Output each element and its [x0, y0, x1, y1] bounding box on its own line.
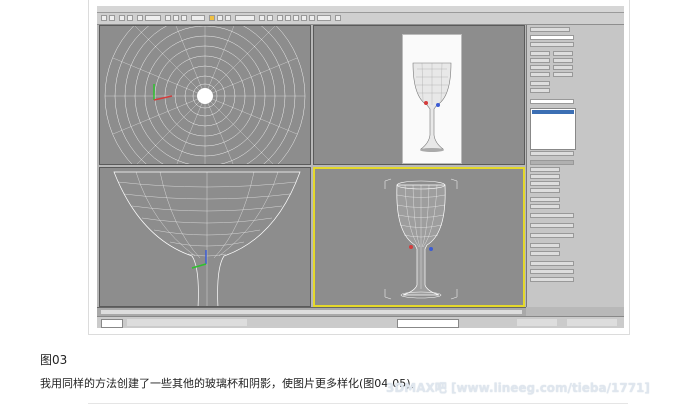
- perspective-view: [313, 167, 525, 307]
- max-screenshot: [97, 6, 624, 328]
- parameters-rollout: [530, 160, 574, 165]
- panel-btn-4: [553, 58, 573, 63]
- panel-btn-9: [530, 81, 550, 86]
- command-panel: [526, 25, 624, 307]
- render-type: [317, 15, 331, 21]
- modifier-stack: [530, 108, 576, 150]
- divider: [88, 403, 628, 404]
- param-3: [530, 181, 560, 186]
- param-4: [530, 188, 560, 193]
- angle-snap-icon: [225, 15, 231, 21]
- param-5: [530, 197, 560, 202]
- menu-bar: [97, 6, 624, 13]
- glass-render: [412, 62, 452, 152]
- panel-btn-10: [530, 88, 550, 93]
- select-icon: [137, 15, 143, 21]
- left-view-wireframe: [113, 171, 301, 306]
- schematic-icon: [293, 15, 299, 21]
- stack-controls: [530, 151, 574, 156]
- prompt-line: [127, 319, 247, 326]
- param-14: [530, 277, 574, 282]
- align-icon: [267, 15, 273, 21]
- panel-btn-3: [530, 58, 550, 63]
- param-10: [530, 243, 560, 248]
- move-icon: [165, 15, 171, 21]
- redo-icon: [109, 15, 115, 21]
- coordinates: [397, 319, 459, 328]
- top-view-wireframe: [104, 26, 306, 164]
- param-11: [530, 251, 560, 256]
- param-1: [530, 167, 560, 172]
- top-view: [99, 25, 311, 165]
- panel-btn-7: [530, 72, 550, 77]
- param-7: [530, 213, 574, 218]
- snap-icon: [217, 15, 223, 21]
- param-12: [530, 261, 574, 266]
- viewport-nav: [567, 319, 617, 326]
- selection-filter: [145, 15, 161, 21]
- mirror-icon: [259, 15, 265, 21]
- time-slider: [101, 310, 522, 314]
- object-name-field: [530, 35, 574, 40]
- maxscript-listener: [101, 319, 123, 328]
- render-setup-icon: [309, 15, 315, 21]
- panel-tabs: [530, 27, 570, 32]
- material-editor-icon: [301, 15, 307, 21]
- panel-btn-2: [553, 51, 573, 56]
- panel-btn-5: [530, 65, 550, 70]
- param-6: [530, 204, 560, 209]
- panel-btn-6: [553, 65, 573, 70]
- ref-coord: [191, 15, 205, 21]
- param-13: [530, 269, 574, 274]
- site-watermark: 3DMAX吧 [www.lineeg.com/tieba/1771]: [386, 381, 650, 395]
- front-view: [313, 25, 525, 165]
- transform-gizmo-icon: [209, 15, 215, 21]
- named-selection: [235, 15, 255, 21]
- rotate-icon: [173, 15, 179, 21]
- status-bar: [97, 316, 624, 328]
- param-2: [530, 174, 560, 179]
- render-icon: [335, 15, 341, 21]
- reference-image: [402, 34, 462, 164]
- selected-modifier: [532, 110, 574, 114]
- figure-caption: 图03: [40, 353, 68, 367]
- unlink-icon: [127, 15, 133, 21]
- param-9: [530, 233, 574, 238]
- link-icon: [119, 15, 125, 21]
- undo-icon: [101, 15, 107, 21]
- panel-btn-8: [553, 72, 573, 77]
- animation-controls: [517, 319, 557, 326]
- perspective-wireframe: [384, 178, 458, 300]
- scale-icon: [181, 15, 187, 21]
- panel-btn-1: [530, 51, 550, 56]
- left-view: [99, 167, 311, 307]
- layers-icon: [277, 15, 283, 21]
- param-8: [530, 223, 574, 228]
- figure-description: 我用同样的方法创建了一些其他的玻璃杯和阴影，使图片更多样化(图04-05)。: [40, 377, 422, 390]
- main-toolbar: [97, 13, 624, 25]
- curve-editor-icon: [285, 15, 291, 21]
- modifier-stack-header: [530, 99, 574, 104]
- modifier-list: [530, 42, 574, 47]
